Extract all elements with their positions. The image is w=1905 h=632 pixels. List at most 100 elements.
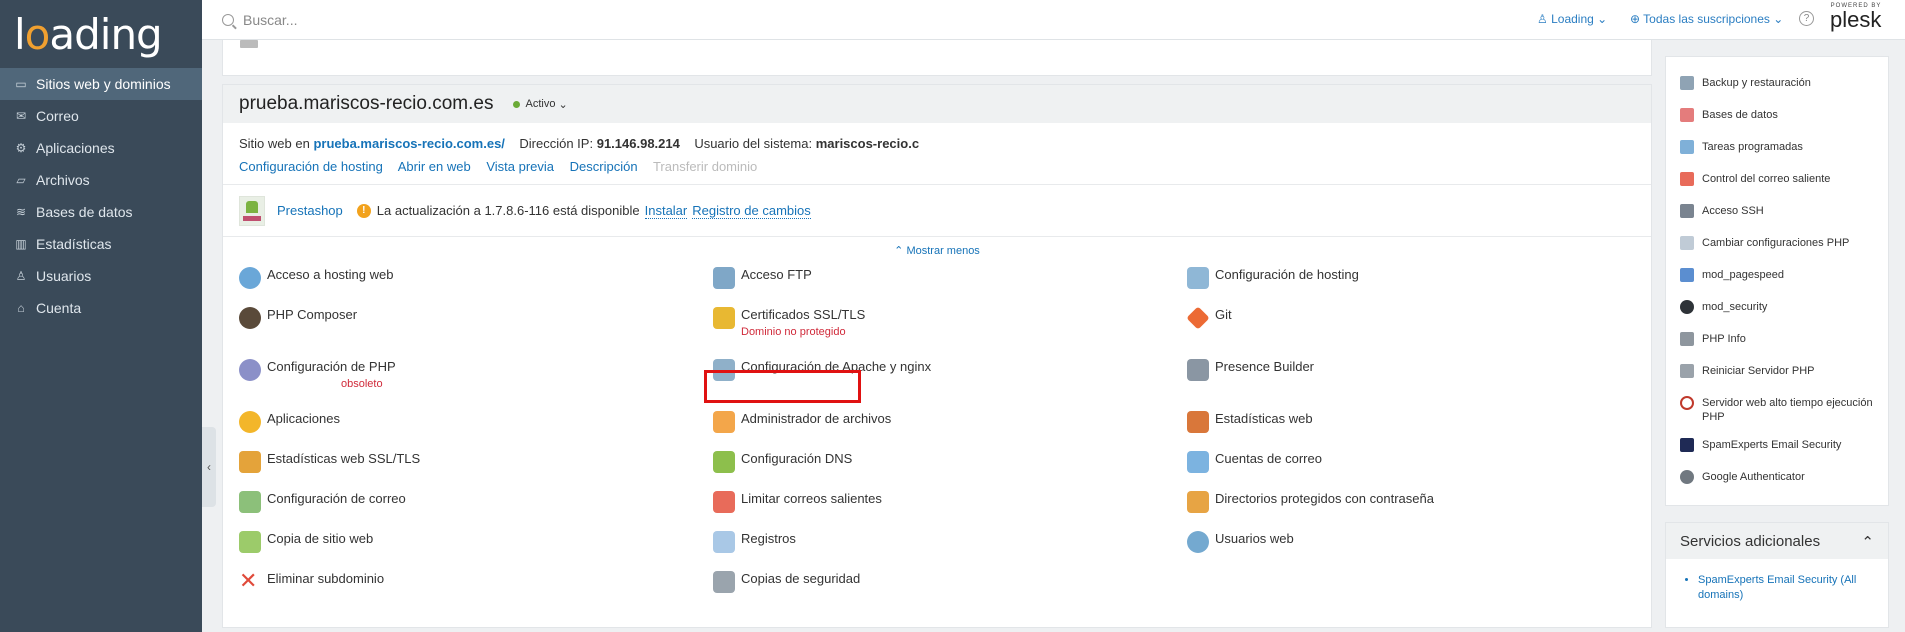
sidebar-item-users[interactable]: ♙ Usuarios <box>0 260 202 292</box>
ip-label: Dirección IP: <box>519 136 594 151</box>
users-globe-icon <box>1187 531 1209 553</box>
side-tool-label: Reiniciar Servidor PHP <box>1702 365 1815 377</box>
user-icon: ♙ <box>1537 12 1552 26</box>
tool-php-composer[interactable]: PHP Composer <box>239 307 357 329</box>
sysuser-value: mariscos-recio.c <box>815 136 920 151</box>
calendar-icon <box>1680 140 1694 154</box>
app-name[interactable]: Prestashop <box>277 203 343 218</box>
side-tool-scheduled-tasks[interactable]: Tareas programadas <box>1666 133 1888 165</box>
side-tool-pagespeed[interactable]: mod_pagespeed <box>1666 261 1888 293</box>
side-tool-google-authenticator[interactable]: Google Authenticator <box>1666 463 1888 495</box>
php-settings-icon <box>1680 236 1694 250</box>
subscriptions-menu[interactable]: ⊕ Todas las suscripciones ⌄ <box>1630 12 1783 26</box>
description-link[interactable]: Descripción <box>570 159 638 174</box>
sidebar-item-databases[interactable]: ≋ Bases de datos <box>0 196 202 228</box>
tool-dns-settings[interactable]: Configuración DNS <box>713 451 852 473</box>
tool-label: Git <box>1215 307 1232 322</box>
side-tool-php-info[interactable]: PHP Info <box>1666 325 1888 357</box>
open-web-link[interactable]: Abrir en web <box>398 159 471 174</box>
tool-limit-outgoing-mail[interactable]: Limitar correos salientes <box>713 491 882 513</box>
tool-ssl-web-stats[interactable]: Estadísticas web SSL/TLS <box>239 451 420 473</box>
sysuser-label: Usuario del sistema: <box>694 136 813 151</box>
tool-mail-settings[interactable]: Configuración de correo <box>239 491 406 513</box>
tool-label: Estadísticas web SSL/TLS <box>267 451 421 466</box>
tool-web-hosting-access[interactable]: Acceso a hosting web <box>239 267 393 289</box>
tool-label: PHP Composer <box>267 307 358 322</box>
folder-icon <box>713 411 735 433</box>
chevron-up-icon: ⌃ <box>894 245 907 257</box>
help-icon[interactable]: ? <box>1799 11 1814 26</box>
preview-link[interactable]: Vista previa <box>486 159 554 174</box>
logo[interactable]: loading <box>0 0 202 68</box>
tool-web-users[interactable]: Usuarios web <box>1187 531 1294 553</box>
tool-git[interactable]: Git <box>1186 306 1232 330</box>
side-tool-php-timeout[interactable]: Servidor web alto tiempo ejecución PHP <box>1666 389 1888 431</box>
tool-label: Configuración de hosting <box>1215 267 1359 282</box>
tool-applications[interactable]: Aplicaciones <box>239 411 340 433</box>
tool-file-manager[interactable]: Administrador de archivos <box>713 411 891 433</box>
additional-service-item[interactable]: SpamExperts Email Security (All domains) <box>1698 573 1874 603</box>
tool-logs[interactable]: Registros <box>713 531 796 553</box>
domain-card: prueba.mariscos-recio.com.es Activo ⌄ Si… <box>222 84 1652 628</box>
user-icon: ♙ <box>15 269 27 283</box>
chevron-down-icon: ⌄ <box>555 98 568 111</box>
tool-protected-directories[interactable]: Directorios protegidos con contraseña <box>1187 491 1434 513</box>
hosting-settings-link[interactable]: Configuración de hosting <box>239 159 383 174</box>
tool-website-copy[interactable]: Copia de sitio web <box>239 531 373 553</box>
stats-lock-icon <box>239 451 261 473</box>
sidebar-item-files[interactable]: ▱ Archivos <box>0 164 202 196</box>
install-link[interactable]: Instalar <box>644 203 688 219</box>
chevron-left-icon: ‹ <box>207 460 211 474</box>
show-less-label: Mostrar menos <box>906 245 980 257</box>
tool-label: Directorios protegidos con contraseña <box>1215 491 1434 506</box>
tool-presence-builder[interactable]: Presence Builder <box>1187 359 1314 381</box>
dns-flag-icon <box>713 451 735 473</box>
tool-php-settings[interactable]: Configuración de PHP obsoleto <box>239 359 396 390</box>
side-tool-label: Bases de datos <box>1702 109 1778 121</box>
tool-label: Copias de seguridad <box>741 571 861 586</box>
tool-backups[interactable]: Copias de seguridad <box>713 571 860 593</box>
side-tool-databases[interactable]: Bases de datos <box>1666 101 1888 133</box>
php-icon <box>239 359 261 381</box>
sidebar-item-websites[interactable]: ▭ Sitios web y dominios <box>0 68 202 100</box>
sidebar-item-statistics[interactable]: ▥ Estadísticas <box>0 228 202 260</box>
side-tool-mod-security[interactable]: mod_security <box>1666 293 1888 325</box>
sidebar-item-label: Correo <box>36 108 79 124</box>
side-tool-label: Servidor web alto tiempo ejecución PHP <box>1702 397 1873 423</box>
sidebar-collapse-button[interactable]: ‹ <box>202 427 216 507</box>
tool-delete-subdomain[interactable]: ✕ Eliminar subdominio <box>239 570 385 593</box>
status-badge[interactable]: Activo ⌄ <box>513 98 568 111</box>
side-tool-outgoing-mail[interactable]: Control del correo saliente <box>1666 165 1888 197</box>
side-tool-php-settings[interactable]: Cambiar configuraciones PHP <box>1666 229 1888 261</box>
additional-services-header[interactable]: Servicios adicionales ⌃ <box>1666 523 1888 559</box>
side-tool-spamexperts[interactable]: SpamExperts Email Security <box>1666 431 1888 463</box>
user-menu[interactable]: ♙ Loading ⌄ <box>1537 12 1607 26</box>
sidebar-item-account[interactable]: ⌂ Cuenta <box>0 292 202 324</box>
tool-label: Limitar correos salientes <box>741 491 882 506</box>
chevron-down-icon: ⌄ <box>1593 12 1608 26</box>
search-icon <box>222 14 234 26</box>
tool-ftp-access[interactable]: Acceso FTP <box>713 267 812 289</box>
ftp-icon <box>713 267 735 289</box>
side-tool-backup[interactable]: Backup y restauración <box>1666 69 1888 101</box>
tool-label: Registros <box>741 531 796 546</box>
tool-label: Eliminar subdominio <box>267 571 385 586</box>
sidebar-item-applications[interactable]: ⚙ Aplicaciones <box>0 132 202 164</box>
globe-icon: ⊕ <box>1630 12 1644 26</box>
show-less-button[interactable]: ⌃ Mostrar menos <box>223 237 1651 266</box>
restart-icon <box>1680 364 1694 378</box>
tool-ssl-certificates[interactable]: Certificados SSL/TLS Dominio no protegido <box>713 307 865 338</box>
website-link[interactable]: prueba.mariscos-recio.com.es/ <box>313 136 504 151</box>
sidebar-item-mail[interactable]: ✉ Correo <box>0 100 202 132</box>
side-tool-restart-php[interactable]: Reiniciar Servidor PHP <box>1666 357 1888 389</box>
changelog-link[interactable]: Registro de cambios <box>692 203 811 219</box>
tool-mail-accounts[interactable]: Cuentas de correo <box>1187 451 1322 473</box>
side-tool-ssh[interactable]: Acceso SSH <box>1666 197 1888 229</box>
shield-icon <box>1680 300 1694 314</box>
side-tool-label: Google Authenticator <box>1702 471 1805 483</box>
hosting-settings-icon <box>1187 267 1209 289</box>
tool-hosting-settings[interactable]: Configuración de hosting <box>1187 267 1359 289</box>
tool-label: Configuración DNS <box>741 451 853 466</box>
tool-web-stats[interactable]: Estadísticas web <box>1187 411 1313 433</box>
search-input[interactable]: Buscar... <box>222 12 297 28</box>
